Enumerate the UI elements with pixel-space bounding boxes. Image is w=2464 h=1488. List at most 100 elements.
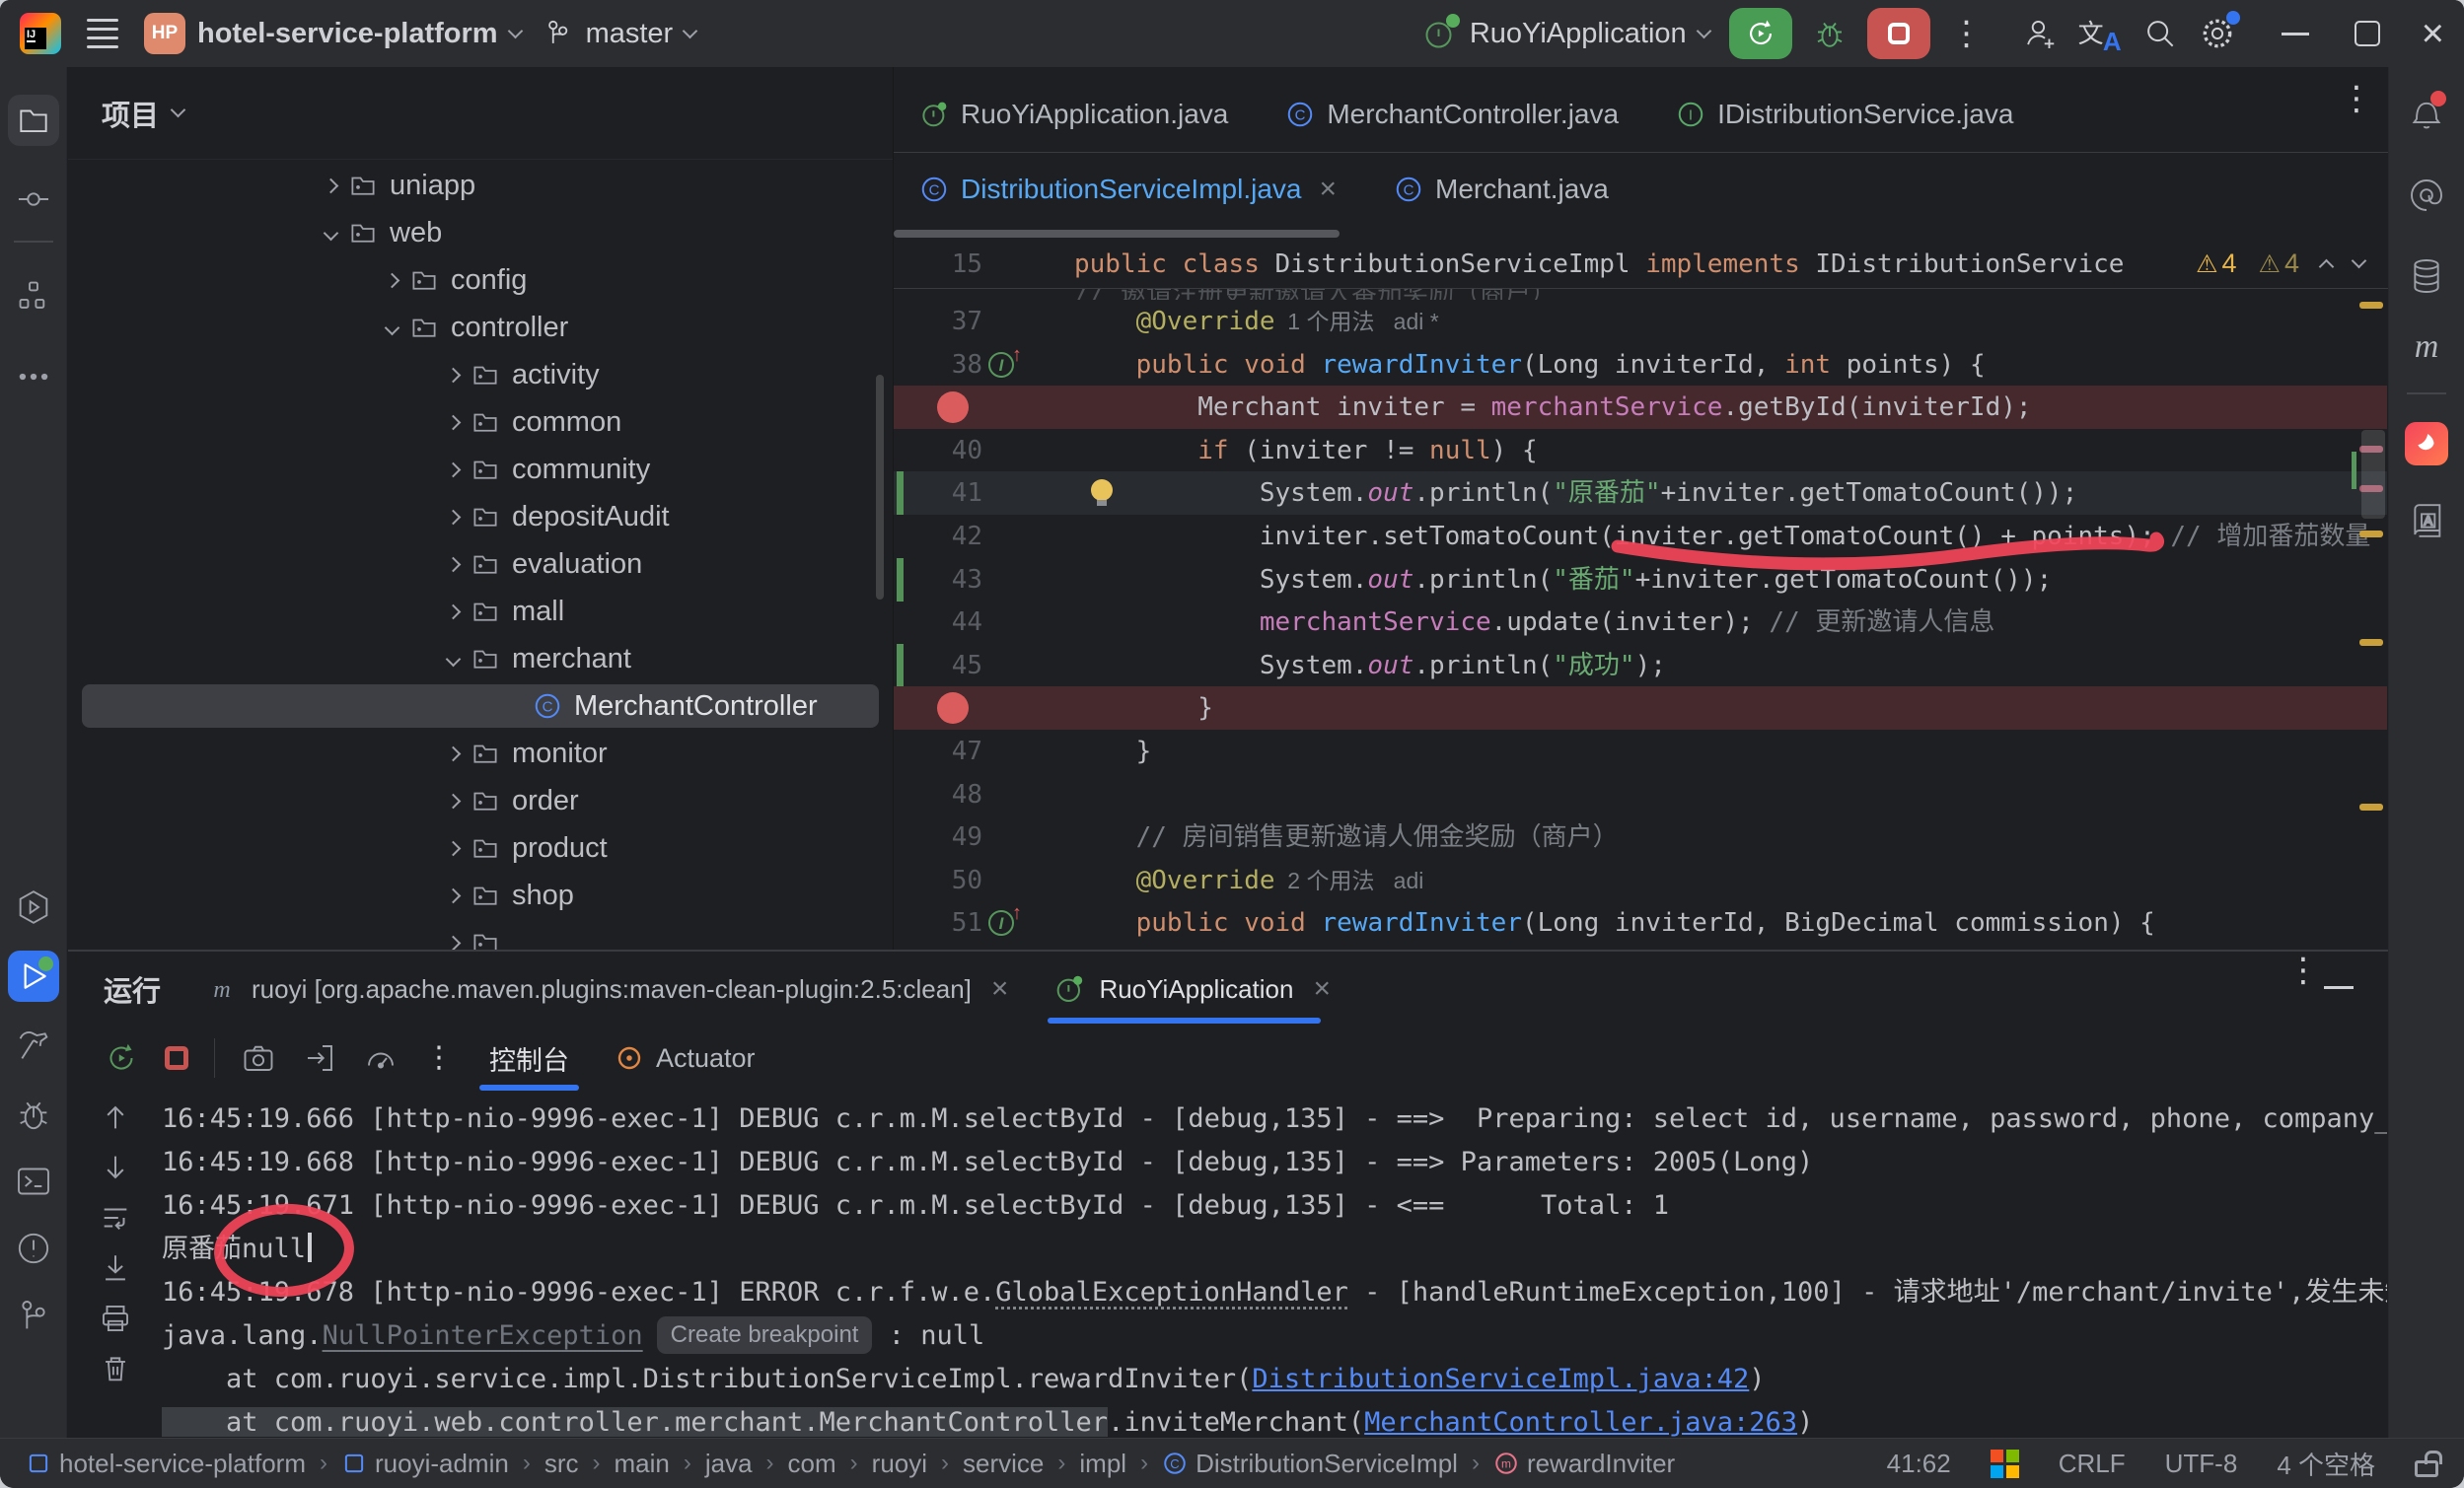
add-user-button[interactable] [2021, 15, 2059, 52]
weak-warning-badge[interactable]: ⚠4 [2259, 248, 2299, 279]
down-stack-icon[interactable] [99, 1151, 132, 1184]
debug-button[interactable] [1812, 16, 1848, 51]
tree-item-web[interactable]: web [68, 209, 893, 256]
chevron-down-icon[interactable] [324, 225, 339, 241]
run-config-widget[interactable]: RuoYiApplication [1422, 16, 1709, 51]
breadcrumb-item-java[interactable]: java [705, 1449, 753, 1479]
chevron-right-icon[interactable] [385, 272, 400, 288]
line-ending-widget[interactable]: CRLF [2059, 1449, 2126, 1479]
tree-item-MerchantController[interactable]: CMerchantController [68, 682, 893, 730]
breadcrumb-item-ruoyi[interactable]: ruoyi [872, 1449, 927, 1479]
warning-stripe-mark[interactable] [2359, 302, 2383, 309]
tree-scrollbar[interactable] [876, 375, 884, 600]
clear-console-icon[interactable] [99, 1352, 132, 1385]
console-output[interactable]: 16:45:19.666 [http-nio-9996-exec-1] DEBU… [150, 1098, 2387, 1437]
run-tab-ruoyi[interactable]: mruoyi [org.apache.maven.plugins:maven-c… [206, 953, 1008, 1026]
caret-position-widget[interactable]: 41:62 [1887, 1449, 1951, 1479]
terminal-tool-button[interactable] [8, 1156, 59, 1207]
tree-item-config[interactable]: config [68, 256, 893, 304]
close-tab-icon[interactable]: × [1313, 974, 1331, 1004]
stop-icon[interactable] [165, 1046, 188, 1070]
actuator-tab[interactable]: Actuator [605, 1043, 765, 1074]
rerun-icon[interactable] [104, 1040, 139, 1076]
commit-tool-button[interactable] [8, 174, 59, 225]
chevron-right-icon[interactable] [446, 887, 462, 903]
breadcrumb-item-rewardinviter[interactable]: mrewardInviter [1493, 1449, 1675, 1479]
warning-stripe-mark[interactable] [2359, 804, 2383, 811]
run-tab-ruoyiapplication[interactable]: RuoYiApplication× [1053, 953, 1331, 1026]
git-tool-button[interactable] [8, 1290, 59, 1341]
code-editor[interactable]: 37 @Override 1 个用法 adi *38I↑ public void… [894, 300, 2387, 950]
editor-tab-ruoyiapplication-java[interactable]: RuoYiApplication.java [919, 99, 1228, 130]
close-tab-icon[interactable]: × [1319, 175, 1337, 204]
tree-item-depositAudit[interactable]: depositAudit [68, 493, 893, 540]
breadcrumb-item-com[interactable]: com [788, 1449, 836, 1479]
project-panel-header[interactable]: 项目 [68, 67, 893, 160]
chevron-right-icon[interactable] [446, 840, 462, 856]
indent-widget[interactable]: 4 个空格 [2277, 1446, 2375, 1482]
tree-item-merchant[interactable]: merchant [68, 635, 893, 682]
tree-item-uniapp[interactable]: uniapp [68, 162, 893, 209]
breakpoint-dot[interactable] [937, 692, 969, 724]
chevron-right-icon[interactable] [446, 935, 462, 950]
chevron-down-icon[interactable] [446, 651, 462, 667]
tree-item-community[interactable]: community [68, 446, 893, 493]
next-problem-button[interactable] [2352, 253, 2367, 269]
warning-badge[interactable]: ⚠4 [2196, 248, 2236, 279]
structure-tool-button[interactable] [8, 270, 59, 321]
windows-ime-icon[interactable] [1991, 1450, 2019, 1478]
build-tool-button[interactable] [8, 1020, 59, 1071]
plugin-app-button[interactable] [2401, 418, 2452, 469]
encoding-widget[interactable]: UTF-8 [2165, 1449, 2238, 1479]
readonly-lock-icon[interactable] [2415, 1460, 2438, 1477]
warning-stripe-mark[interactable] [2359, 531, 2383, 537]
breadcrumb-item-service[interactable]: service [963, 1449, 1044, 1479]
breadcrumb-item-src[interactable]: src [544, 1449, 579, 1479]
project-tool-button[interactable] [8, 95, 59, 146]
editor-tab-merchant-java[interactable]: CMerchant.java [1394, 174, 1609, 205]
translate-button[interactable]: 文A [2078, 14, 2122, 53]
scroll-to-end-icon[interactable] [99, 1251, 132, 1285]
services-tool-button[interactable] [8, 882, 59, 933]
ai-assistant-button[interactable] [2401, 170, 2452, 221]
vcs-widget[interactable]: master [541, 17, 696, 50]
breadcrumb-item-distributionserviceimpl[interactable]: CDistributionServiceImpl [1162, 1449, 1458, 1479]
warning-stripe-mark[interactable] [2359, 639, 2383, 646]
breadcrumb-item-hotel-service-platform[interactable]: hotel-service-platform [26, 1449, 306, 1479]
run-panel-divider[interactable] [68, 950, 2388, 952]
problems-tool-button[interactable] [8, 1223, 59, 1274]
console-tab[interactable]: 控制台 [479, 1026, 579, 1091]
implementing-method-icon[interactable]: I↑ [988, 910, 1014, 936]
dictionary-button[interactable]: A [2401, 495, 2452, 546]
database-button[interactable] [2401, 250, 2452, 302]
thread-dump-icon[interactable] [241, 1040, 276, 1076]
tree-item-monitor[interactable]: monitor [68, 730, 893, 777]
breadcrumb-item-ruoyi-admin[interactable]: ruoyi-admin [341, 1449, 509, 1479]
editor-tab-distributionserviceimpl-java[interactable]: CDistributionServiceImpl.java× [919, 174, 1337, 205]
tree-item-partial[interactable] [68, 919, 893, 950]
chevron-right-icon[interactable] [446, 461, 462, 477]
chevron-right-icon[interactable] [446, 414, 462, 430]
chevron-right-icon[interactable] [324, 177, 339, 193]
chevron-right-icon[interactable] [446, 603, 462, 619]
stop-button[interactable] [1867, 8, 1930, 59]
tab-scrollbar[interactable] [894, 229, 2388, 239]
close-tab-icon[interactable]: × [991, 974, 1009, 1004]
chevron-right-icon[interactable] [446, 509, 462, 525]
more-tools-button[interactable] [8, 351, 59, 402]
editor-tab-idistributionservice-java[interactable]: IIDistributionService.java [1676, 99, 2013, 130]
settings-button[interactable] [2199, 15, 2236, 52]
up-stack-icon[interactable] [99, 1100, 132, 1134]
breakpoint-dot[interactable] [937, 391, 969, 423]
intellij-logo-icon[interactable]: IJ [20, 13, 61, 54]
tree-item-order[interactable]: order [68, 777, 893, 824]
tree-item-controller[interactable]: controller [68, 304, 893, 351]
chevron-right-icon[interactable] [446, 556, 462, 572]
run-tool-button[interactable] [8, 951, 59, 1002]
gauge-icon[interactable] [363, 1040, 399, 1076]
project-widget[interactable]: HP hotel-service-platform [144, 13, 521, 54]
tree-item-shop[interactable]: shop [68, 872, 893, 919]
change-stripe-mark[interactable] [2352, 452, 2356, 489]
main-menu-button[interactable] [81, 13, 124, 54]
breadcrumb-item-impl[interactable]: impl [1079, 1449, 1126, 1479]
